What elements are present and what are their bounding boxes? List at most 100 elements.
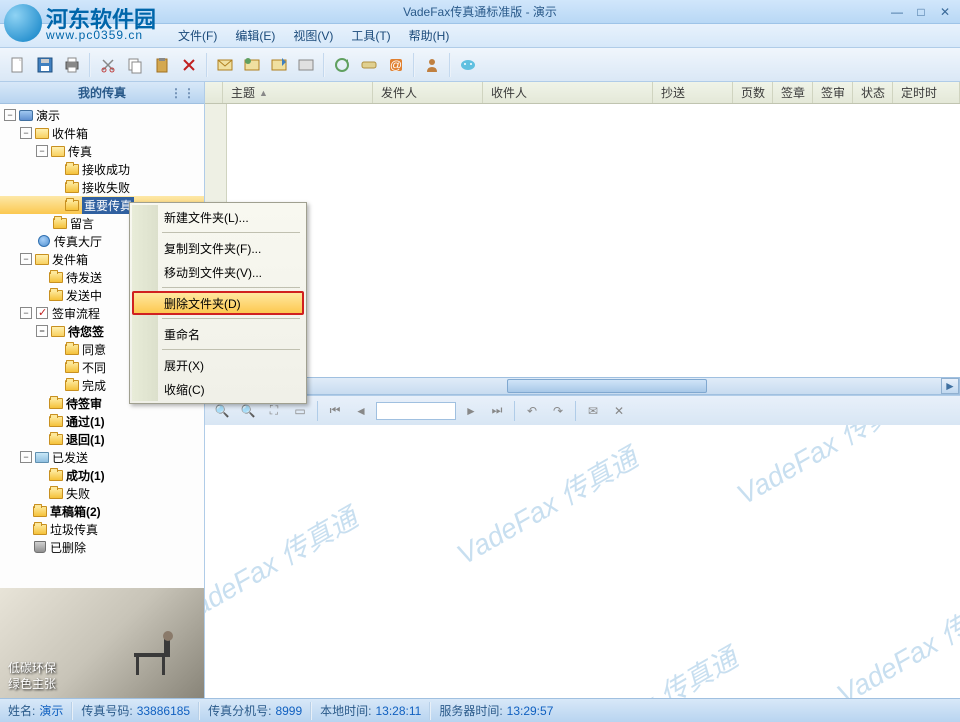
tree-node-returned[interactable]: 退回(1) bbox=[0, 430, 204, 448]
menu-tools[interactable]: 工具(T) bbox=[343, 25, 398, 46]
prev-page-icon[interactable]: ◄ bbox=[350, 400, 372, 422]
sidebar-title: 我的传真 bbox=[78, 84, 126, 101]
new-icon[interactable] bbox=[6, 53, 30, 77]
cm-move-to[interactable]: 移动到文件夹(V)... bbox=[132, 260, 304, 284]
save-icon[interactable] bbox=[33, 53, 57, 77]
cm-delete-folder[interactable]: 删除文件夹(D) bbox=[132, 291, 304, 315]
watermark-logo: 河东软件园 www.pc0359.cn bbox=[2, 2, 192, 44]
list-header: 主题▲ 发件人 收件人 抄送 页数 签章 签审 状态 定时时 bbox=[205, 82, 960, 104]
col-approve[interactable]: 签审 bbox=[813, 82, 853, 103]
sb-faxno: 33886185 bbox=[137, 704, 190, 718]
first-page-icon[interactable]: ⏮ bbox=[324, 400, 346, 422]
preview-toolbar: 🔍 🔍 ⛶ ▭ ⏮ ◄ ► ⏭ ↶ ↷ ✉ ✕ bbox=[205, 395, 960, 425]
list-area: 主题▲ 发件人 收件人 抄送 页数 签章 签审 状态 定时时 ◄ ► 🔍 🔍 ⛶… bbox=[205, 82, 960, 698]
delete-icon[interactable] bbox=[177, 53, 201, 77]
statusbar: 姓名: 演示 传真号码: 33886185 传真分机号: 8999 本地时间: … bbox=[0, 698, 960, 722]
minimize-button[interactable]: — bbox=[888, 5, 906, 19]
expander-icon[interactable]: − bbox=[20, 307, 32, 319]
col-stamp[interactable]: 签章 bbox=[773, 82, 813, 103]
toolbar: @ bbox=[0, 48, 960, 82]
sb-server: 13:29:57 bbox=[507, 704, 554, 718]
rotate-left-icon[interactable]: ↶ bbox=[521, 400, 543, 422]
expander-icon[interactable]: − bbox=[36, 145, 48, 157]
col-sender[interactable]: 发件人 bbox=[373, 82, 483, 103]
sidebar-grip-icon[interactable]: ⋮⋮ bbox=[170, 86, 196, 100]
expander-icon[interactable]: − bbox=[36, 325, 48, 337]
menu-help[interactable]: 帮助(H) bbox=[401, 25, 458, 46]
sb-local-label: 本地时间: bbox=[320, 702, 371, 719]
sort-arrow-icon: ▲ bbox=[259, 88, 268, 98]
col-status[interactable]: 状态 bbox=[853, 82, 893, 103]
user-icon[interactable] bbox=[420, 53, 444, 77]
scroll-right-icon[interactable]: ► bbox=[941, 378, 959, 394]
expander-icon[interactable]: − bbox=[20, 127, 32, 139]
next-page-icon[interactable]: ► bbox=[460, 400, 482, 422]
copy-icon[interactable] bbox=[123, 53, 147, 77]
sb-name-label: 姓名: bbox=[8, 702, 35, 719]
tree-node-sent[interactable]: −已发送 bbox=[0, 448, 204, 466]
rotate-right-icon[interactable]: ↷ bbox=[547, 400, 569, 422]
sb-name: 演示 bbox=[39, 702, 63, 719]
close-preview-icon[interactable]: ✕ bbox=[608, 400, 630, 422]
sidebar-header: 我的传真 ⋮⋮ bbox=[0, 82, 204, 104]
expander-icon[interactable]: − bbox=[4, 109, 16, 121]
stamp-icon[interactable]: ✉ bbox=[582, 400, 604, 422]
sb-server-label: 服务器时间: bbox=[439, 702, 502, 719]
tree-node-inbox[interactable]: −收件箱 bbox=[0, 124, 204, 142]
cm-copy-to[interactable]: 复制到文件夹(F)... bbox=[132, 236, 304, 260]
cm-new-folder[interactable]: 新建文件夹(L)... bbox=[132, 205, 304, 229]
sb-local: 13:28:11 bbox=[375, 704, 421, 718]
list-body[interactable] bbox=[205, 104, 960, 377]
scroll-thumb[interactable] bbox=[507, 379, 707, 393]
help-icon[interactable] bbox=[456, 53, 480, 77]
cm-expand[interactable]: 展开(X) bbox=[132, 353, 304, 377]
cm-collapse[interactable]: 收缩(C) bbox=[132, 377, 304, 401]
col-recipient[interactable]: 收件人 bbox=[483, 82, 653, 103]
ad-text: 低碳环保 绿色主张 bbox=[8, 660, 56, 692]
col-subject[interactable]: 主题▲ bbox=[223, 82, 373, 103]
tree-node-passed[interactable]: 通过(1) bbox=[0, 412, 204, 430]
tree-node-trash[interactable]: 垃圾传真 bbox=[0, 520, 204, 538]
last-page-icon[interactable]: ⏭ bbox=[486, 400, 508, 422]
refresh-icon[interactable] bbox=[330, 53, 354, 77]
attach-icon[interactable]: @ bbox=[384, 53, 408, 77]
tree-node-demo[interactable]: −演示 bbox=[0, 106, 204, 124]
sb-ext-label: 传真分机号: bbox=[208, 702, 271, 719]
col-pages[interactable]: 页数 bbox=[733, 82, 773, 103]
context-menu: 新建文件夹(L)... 复制到文件夹(F)... 移动到文件夹(V)... 删除… bbox=[129, 202, 307, 404]
tree-node-recv-ok[interactable]: 接收成功 bbox=[0, 160, 204, 178]
expander-icon[interactable]: − bbox=[20, 451, 32, 463]
reply-all-icon[interactable] bbox=[240, 53, 264, 77]
cut-icon[interactable] bbox=[96, 53, 120, 77]
window-title: VadeFax传真通标准版 - 演示 bbox=[403, 3, 557, 20]
svg-text:@: @ bbox=[390, 58, 402, 72]
expander-icon[interactable]: − bbox=[20, 253, 32, 265]
tree-node-fax[interactable]: −传真 bbox=[0, 142, 204, 160]
menu-edit[interactable]: 编辑(E) bbox=[227, 25, 283, 46]
preview-pane[interactable]: VadeFax 传真通 VadeFax 传真通 VadeFax 传真通 Vade… bbox=[205, 425, 960, 698]
tree-node-draft[interactable]: 草稿箱(2) bbox=[0, 502, 204, 520]
tree-node-deleted[interactable]: 已删除 bbox=[0, 538, 204, 556]
print-icon[interactable] bbox=[60, 53, 84, 77]
page-input[interactable] bbox=[376, 402, 456, 420]
mail-icon[interactable] bbox=[294, 53, 318, 77]
cm-rename[interactable]: 重命名 bbox=[132, 322, 304, 346]
reply-icon[interactable] bbox=[213, 53, 237, 77]
close-button[interactable]: ✕ bbox=[936, 5, 954, 19]
col-cc[interactable]: 抄送 bbox=[653, 82, 733, 103]
maximize-button[interactable]: □ bbox=[912, 5, 930, 19]
col-flag[interactable] bbox=[205, 82, 223, 103]
paste-icon[interactable] bbox=[150, 53, 174, 77]
sb-ext: 8999 bbox=[275, 704, 302, 718]
sb-faxno-label: 传真号码: bbox=[81, 702, 132, 719]
folder-icon[interactable] bbox=[357, 53, 381, 77]
tree-node-recv-fail[interactable]: 接收失败 bbox=[0, 178, 204, 196]
forward-icon[interactable] bbox=[267, 53, 291, 77]
sidebar-ad[interactable]: 低碳环保 绿色主张 bbox=[0, 588, 204, 698]
tree-node-success[interactable]: 成功(1) bbox=[0, 466, 204, 484]
hscrollbar[interactable]: ◄ ► bbox=[205, 377, 960, 395]
tree-node-fail[interactable]: 失败 bbox=[0, 484, 204, 502]
col-timer[interactable]: 定时时 bbox=[893, 82, 960, 103]
menu-view[interactable]: 视图(V) bbox=[285, 25, 341, 46]
watermark-url: www.pc0359.cn bbox=[46, 28, 143, 42]
